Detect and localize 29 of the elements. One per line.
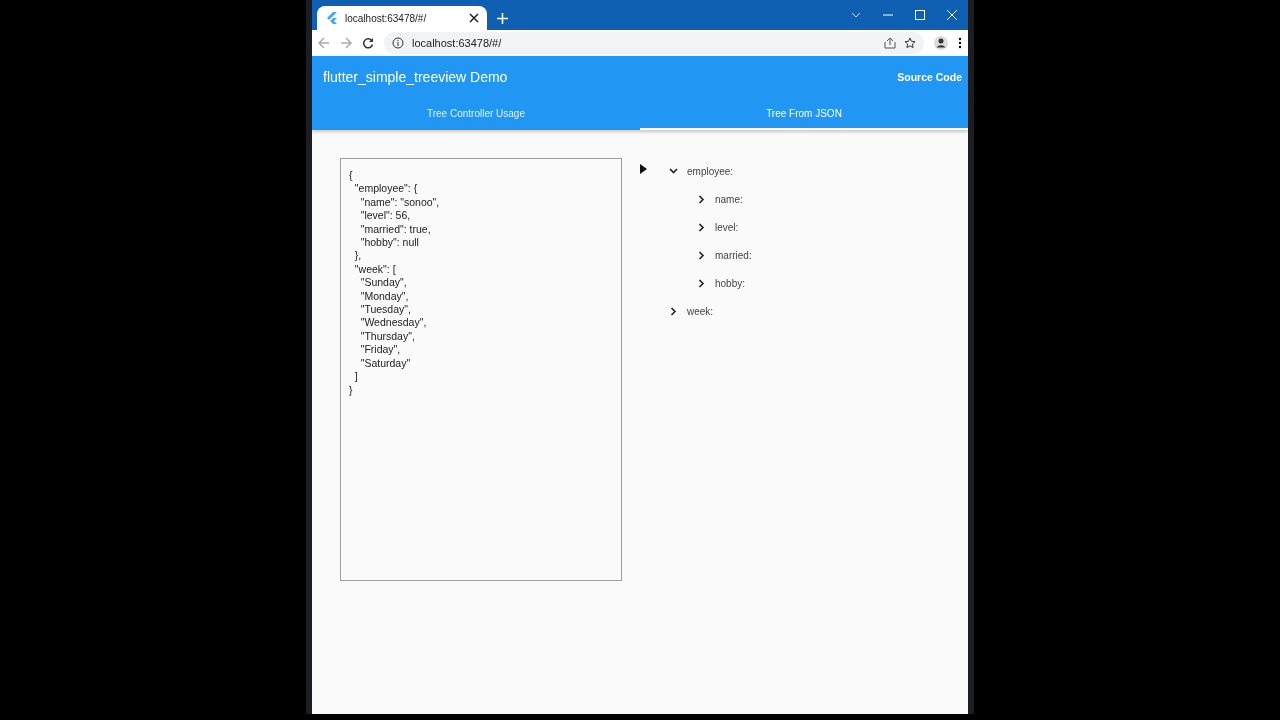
url-text: localhost:63478/#/ — [412, 37, 503, 49]
browser-tab[interactable]: localhost:63478/#/ — [317, 6, 487, 30]
tree-node-label[interactable]: employee: — [687, 165, 734, 177]
maximize-icon[interactable] — [915, 10, 925, 20]
chevron-right-icon[interactable] — [696, 222, 706, 232]
tree-node-label[interactable]: married: — [715, 249, 752, 261]
close-icon[interactable] — [469, 13, 479, 23]
address-bar[interactable]: localhost:63478/#/ — [384, 32, 924, 54]
chevron-down-icon[interactable] — [668, 168, 678, 174]
app-title: flutter_simple_treeview Demo — [323, 69, 508, 85]
chevron-right-icon[interactable] — [696, 278, 706, 288]
tree-node-label[interactable]: hobby: — [715, 277, 746, 289]
play-triangle-icon[interactable] — [640, 164, 647, 174]
chevron-right-icon[interactable] — [696, 194, 706, 204]
tab-title: localhost:63478/#/ — [345, 12, 428, 24]
star-icon[interactable] — [904, 37, 916, 49]
share-icon[interactable] — [884, 37, 896, 49]
reload-icon[interactable] — [362, 37, 374, 49]
plus-icon[interactable] — [496, 12, 508, 24]
tree-node-label[interactable]: level: — [715, 221, 739, 233]
tree-node-label[interactable]: week: — [687, 305, 714, 317]
json-text-field[interactable]: { "employee": { "name": "sonoo", "level": 56, "married": true, "hobby": null }, "week": [ "Sunday", "Monday", "Tuesday", "Wednesday", "Thursday", "Friday", "Saturday" ] } — [340, 158, 622, 581]
info-icon — [392, 37, 404, 49]
more-menu-icon[interactable] — [958, 37, 962, 49]
profile-icon[interactable] — [934, 36, 948, 50]
tree-node-label[interactable]: name: — [715, 193, 743, 205]
chevron-right-icon[interactable] — [668, 306, 678, 316]
flutter-logo-icon — [327, 12, 337, 24]
chevron-right-icon[interactable] — [696, 250, 706, 260]
